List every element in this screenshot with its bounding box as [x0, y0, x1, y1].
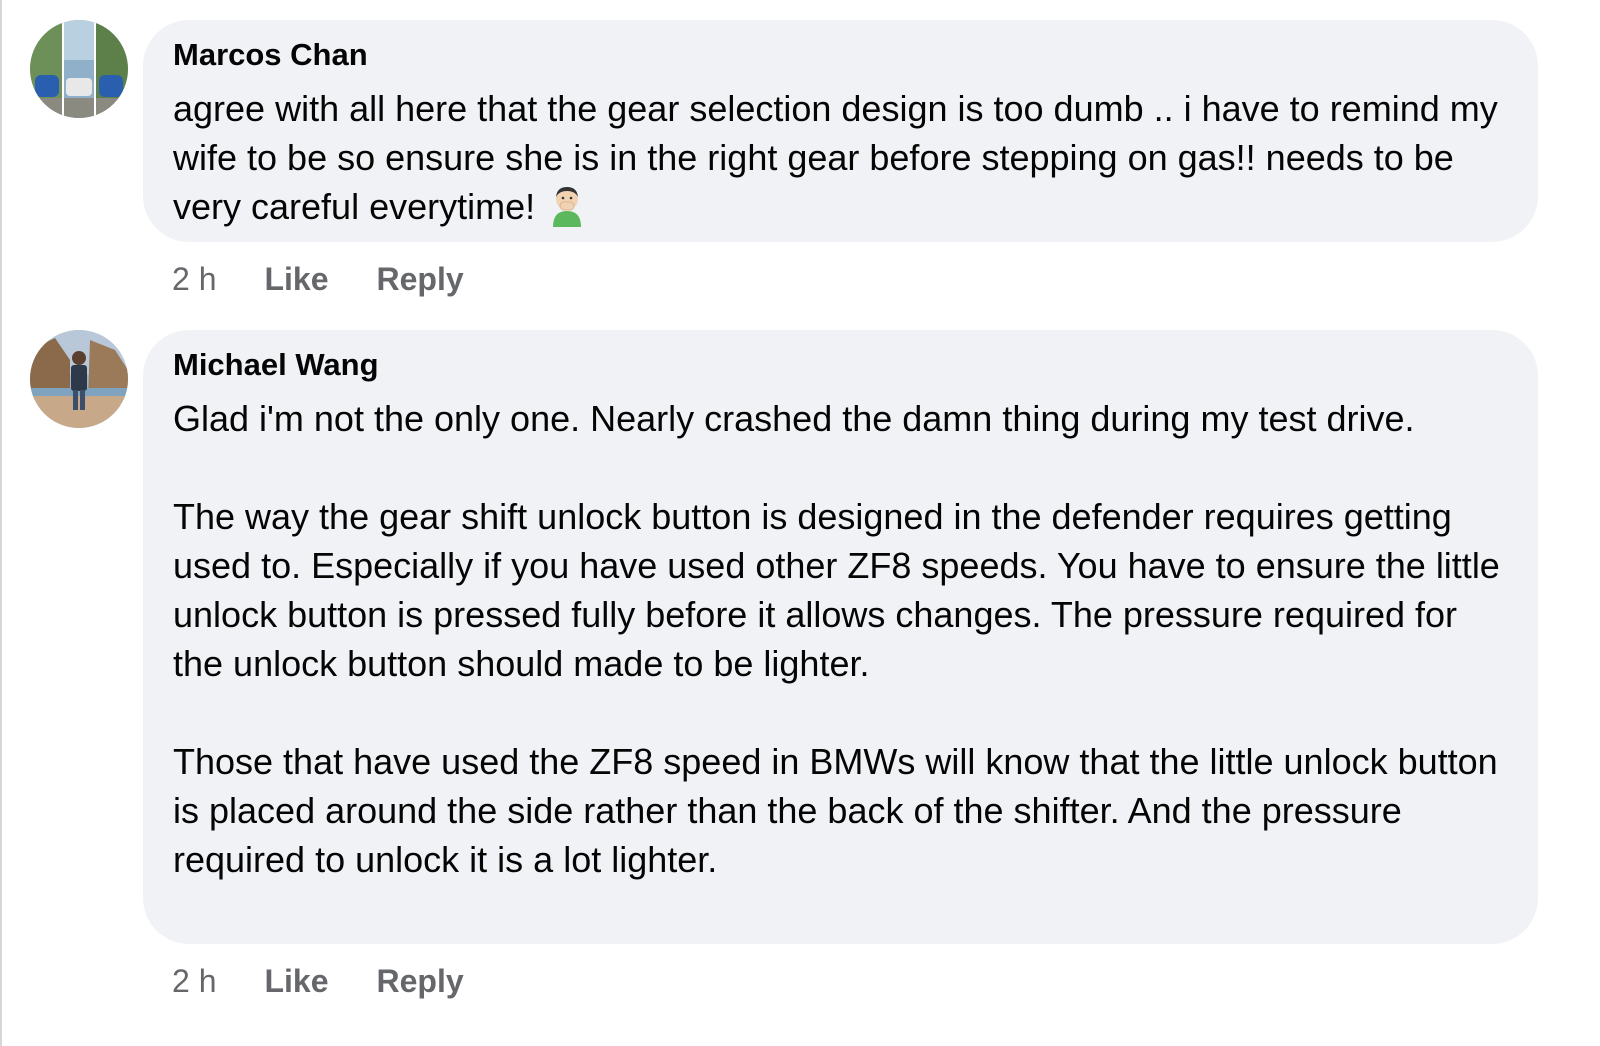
- comment-paragraph: Those that have used the ZF8 speed in BM…: [173, 741, 1498, 880]
- comment-bubble: Michael Wang Glad i'm not the only one. …: [143, 330, 1538, 944]
- comment-timestamp[interactable]: 2 h: [172, 963, 216, 1000]
- like-button[interactable]: Like: [264, 261, 328, 298]
- reply-button[interactable]: Reply: [377, 261, 464, 298]
- comment-actions: 2 h Like Reply: [172, 961, 464, 1001]
- comment-timestamp[interactable]: 2 h: [172, 261, 216, 298]
- comment-bubble: Marcos Chan agree with all here that the…: [143, 20, 1538, 242]
- comment-paragraph: Glad i'm not the only one. Nearly crashe…: [173, 398, 1415, 439]
- like-button[interactable]: Like: [264, 963, 328, 1000]
- comment-text: Glad i'm not the only one. Nearly crashe…: [173, 394, 1508, 884]
- avatar-image: [30, 20, 128, 118]
- face-with-hand-over-mouth-person-icon: [547, 183, 587, 239]
- avatar-image: [30, 330, 128, 428]
- comment-paragraph: agree with all here that the gear select…: [173, 84, 1508, 239]
- reply-button[interactable]: Reply: [377, 963, 464, 1000]
- comment-author[interactable]: Marcos Chan: [173, 35, 1508, 75]
- comment-author[interactable]: Michael Wang: [173, 345, 1508, 385]
- comment-actions: 2 h Like Reply: [172, 259, 464, 299]
- avatar[interactable]: [30, 330, 128, 428]
- thread-line: [0, 0, 2, 1046]
- avatar[interactable]: [30, 20, 128, 118]
- comment-text: agree with all here that the gear select…: [173, 84, 1508, 239]
- comment-paragraph: The way the gear shift unlock button is …: [173, 496, 1500, 684]
